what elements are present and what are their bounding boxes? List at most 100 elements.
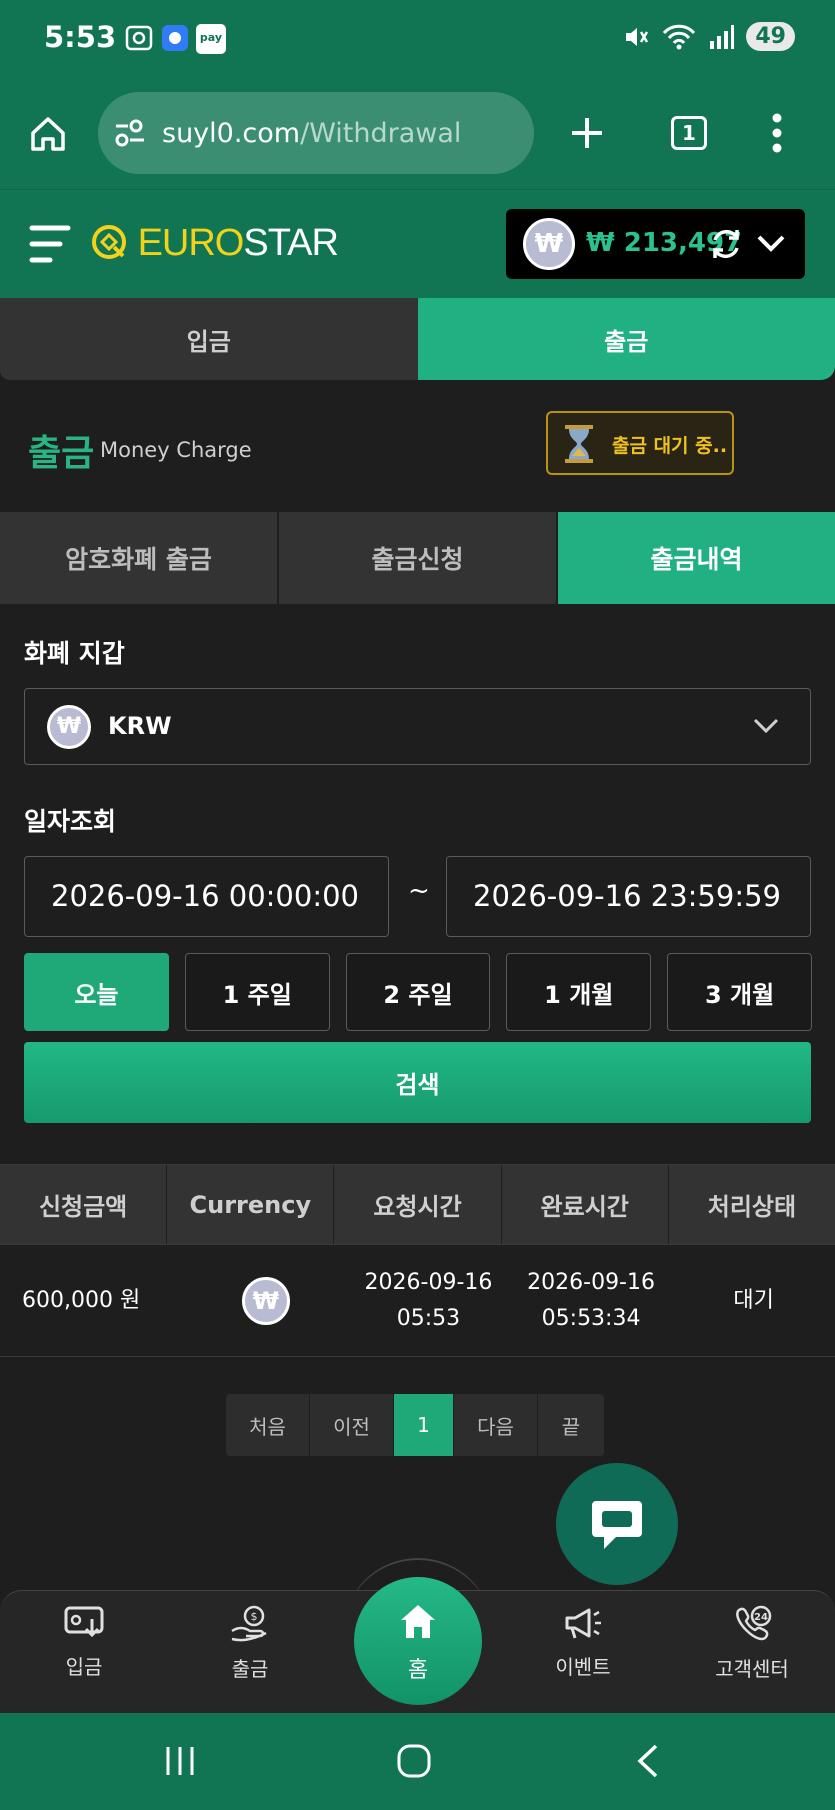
nav-deposit[interactable]: 입금: [24, 1605, 144, 1680]
row-status: 대기: [733, 1287, 774, 1313]
date-separator: ~: [408, 876, 430, 906]
new-tab-icon[interactable]: [568, 114, 606, 152]
signal-icon: [710, 24, 735, 49]
start-date-input[interactable]: 2026-09-16 00:00:00: [24, 856, 389, 937]
row-request-date: 2026-09-16: [364, 1269, 493, 1295]
tab-withdraw-request[interactable]: 출금신청: [279, 512, 558, 604]
status-icons: 49: [622, 22, 795, 51]
column-header-complete-time: 완료시간: [502, 1165, 669, 1244]
hamburger-menu-icon[interactable]: [28, 222, 72, 266]
page-subtitle: Money Charge: [100, 438, 252, 462]
chat-bubble-icon: [592, 1501, 642, 1549]
won-coin-icon: ₩: [241, 1276, 290, 1325]
home-icon: [401, 1605, 435, 1638]
end-date-input[interactable]: 2026-09-16 23:59:59: [446, 856, 811, 937]
column-header-status: 처리상태: [707, 1193, 797, 1221]
row-complete-clock: 05:53:34: [541, 1305, 641, 1331]
tab-crypto-withdraw[interactable]: 암호화폐 출금: [0, 512, 279, 604]
wallet-selected-value: KRW: [108, 712, 172, 740]
tab-switcher-button[interactable]: 1: [671, 116, 707, 150]
nav-events[interactable]: 이벤트: [523, 1605, 643, 1680]
nav-deposit-label: 입금: [65, 1655, 103, 1679]
nav-support[interactable]: 24 고객센터: [692, 1605, 812, 1682]
refresh-icon[interactable]: [708, 226, 744, 262]
table-header: 신청금액 Currency 요청시간 완료시간 처리상태: [0, 1164, 835, 1245]
wifi-icon: [663, 24, 696, 49]
tab-withdraw[interactable]: 출금: [417, 298, 835, 380]
won-coin-icon: ₩: [47, 705, 91, 749]
system-home-icon[interactable]: [396, 1743, 432, 1779]
page-last-button[interactable]: 끝: [538, 1394, 604, 1456]
screenshot-icon: [125, 25, 153, 51]
home-icon[interactable]: [28, 114, 68, 154]
row-amount: 600,000 원: [22, 1287, 141, 1313]
pending-status-badge[interactable]: 출금 대기 중..: [546, 411, 734, 475]
wallet-label: 화폐 지갑: [24, 639, 125, 668]
address-bar[interactable]: suyl0.com/Withdrawal: [98, 92, 534, 174]
logo-euro: EURO: [137, 222, 245, 264]
url-text: suyl0.com/Withdrawal: [162, 118, 461, 149]
nav-events-label: 이벤트: [555, 1655, 611, 1679]
won-coin-icon: ₩: [523, 218, 575, 270]
site-header: EUROSTAR ₩ ₩ 213,497: [0, 190, 835, 298]
pending-label: 출금 대기 중..: [612, 435, 728, 457]
back-icon[interactable]: [634, 1743, 660, 1779]
page-current-button[interactable]: 1: [394, 1394, 454, 1456]
page-title: 출금: [28, 433, 95, 474]
tab-withdraw-history[interactable]: 출금내역: [558, 512, 835, 604]
pagination: 처음 이전 1 다음 끝: [226, 1394, 604, 1456]
withdraw-sub-tabs: 암호화폐 출금 출금신청 출금내역: [0, 512, 835, 604]
row-request-time: 2026-09-16 05:53: [347, 1245, 510, 1356]
support-24h-icon: 24: [736, 1605, 772, 1641]
battery-indicator: 49: [746, 22, 795, 51]
nav-home-label: 홈: [407, 1658, 429, 1683]
chevron-down-icon: [753, 718, 779, 734]
hourglass-icon: [565, 425, 593, 463]
wallet-select[interactable]: ₩ KRW: [24, 688, 811, 765]
nav-withdraw[interactable]: $ 출금: [190, 1605, 310, 1682]
more-menu-icon[interactable]: [771, 112, 783, 154]
logo-mark-icon: [92, 225, 126, 259]
nav-home[interactable]: 홈: [354, 1577, 482, 1705]
url-path: /Withdrawal: [300, 118, 462, 149]
svg-text:24: 24: [754, 1612, 768, 1623]
deposit-icon: [64, 1606, 104, 1638]
tab-deposit[interactable]: 입금: [0, 298, 418, 380]
system-navigation-bar: [0, 1713, 835, 1810]
row-currency: ₩: [185, 1245, 348, 1356]
row-complete-date: 2026-09-16: [527, 1269, 655, 1295]
nav-withdraw-label: 출금: [231, 1657, 269, 1681]
range-1week-button[interactable]: 1 주일: [184, 953, 330, 1031]
svg-text:$: $: [251, 1610, 258, 1623]
url-host: suyl0.com: [162, 118, 301, 149]
row-request-clock: 05:53: [396, 1305, 461, 1331]
nav-support-label: 고객센터: [715, 1657, 789, 1681]
column-header-amount: 신청금액: [0, 1165, 168, 1244]
range-1month-button[interactable]: 1 개월: [506, 953, 652, 1031]
page-next-button[interactable]: 다음: [454, 1394, 538, 1456]
range-2week-button[interactable]: 2 주일: [345, 953, 491, 1031]
range-3month-button[interactable]: 3 개월: [667, 953, 812, 1031]
table-row: 600,000 원 ₩ 2026-09-16 05:53 2026-09-16 05…: [0, 1245, 835, 1357]
recent-apps-icon[interactable]: [164, 1745, 196, 1777]
column-header-currency: Currency: [167, 1165, 335, 1244]
status-bar: 5:53 pay 49: [0, 0, 835, 78]
logo-star: STAR: [243, 222, 339, 264]
status-time: 5:53: [44, 20, 117, 54]
search-button[interactable]: 검색: [24, 1042, 811, 1123]
page-prev-button[interactable]: 이전: [310, 1394, 394, 1456]
logo[interactable]: EUROSTAR: [90, 222, 339, 265]
browser-toolbar: suyl0.com/Withdrawal 1: [0, 78, 835, 190]
deposit-withdraw-tabs: 입금 출금: [0, 298, 835, 380]
balance-widget[interactable]: ₩ ₩ 213,497: [506, 209, 805, 279]
range-today-button[interactable]: 오늘: [24, 953, 169, 1031]
column-header-request-time: 요청시간: [334, 1165, 502, 1244]
withdraw-icon: $: [231, 1605, 267, 1642]
date-filter-label: 일자조회: [24, 807, 117, 836]
chevron-down-icon[interactable]: [756, 232, 786, 254]
live-chat-button[interactable]: [556, 1463, 678, 1585]
site-settings-icon[interactable]: [114, 118, 146, 148]
page-first-button[interactable]: 처음: [226, 1394, 310, 1456]
megaphone-icon: [565, 1608, 601, 1639]
pay-icon: pay: [196, 24, 226, 54]
